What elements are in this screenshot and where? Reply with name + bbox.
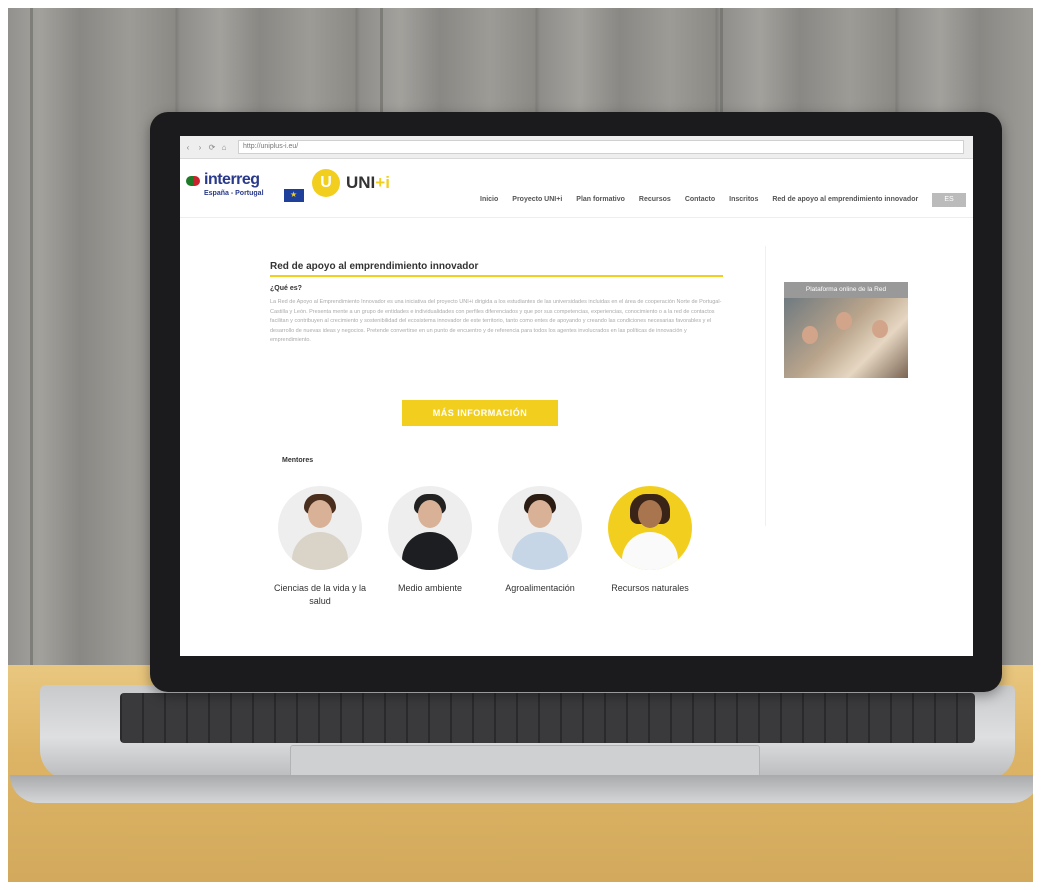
uni-logo-text: UNI <box>346 173 376 192</box>
mentor-card[interactable]: Recursos naturales <box>600 486 700 608</box>
avatar-body <box>512 532 568 570</box>
interreg-subtitle: España - Portugal <box>204 190 264 197</box>
avatar-head <box>528 500 552 528</box>
forward-icon[interactable]: › <box>196 143 204 152</box>
reload-icon[interactable]: ⟳ <box>208 143 216 152</box>
mentors-heading: Mentores <box>282 457 314 464</box>
mentor-avatar <box>278 486 362 570</box>
wall-plank-line <box>30 0 33 690</box>
photo-person <box>802 326 818 344</box>
browser-toolbar: ‹ › ⟳ ⌂ http://uniplus-i.eu/ <box>180 136 973 159</box>
sidebar-widget[interactable]: Plataforma online de la Red <box>784 282 908 378</box>
page-title: Red de apoyo al emprendimiento innovador <box>270 261 479 272</box>
eu-flag-icon <box>284 189 304 202</box>
photo-person <box>872 320 888 338</box>
laptop-keyboard <box>120 693 975 743</box>
home-icon[interactable]: ⌂ <box>220 143 228 152</box>
avatar-head <box>308 500 332 528</box>
mentor-avatar <box>608 486 692 570</box>
mentor-card[interactable]: Ciencias de la vida y la salud <box>270 486 370 608</box>
nav-link-inscritos[interactable]: Inscritos <box>729 196 758 203</box>
mentor-label: Agroalimentación <box>505 583 575 593</box>
portugal-flag-icon <box>186 176 200 186</box>
uni-logo-circle: U <box>312 169 340 197</box>
nav-link-plan-formativo[interactable]: Plan formativo <box>576 196 625 203</box>
site-header: interreg España - Portugal U UNI +i Inic… <box>180 159 973 218</box>
nav-link-proyecto[interactable]: Proyecto UNI+i <box>512 196 562 203</box>
main-content: Red de apoyo al emprendimiento innovador… <box>270 261 723 346</box>
avatar-head <box>638 500 662 528</box>
photo-person <box>836 312 852 330</box>
mentor-label: Ciencias de la vida y la salud <box>273 583 367 606</box>
language-selector[interactable]: ES <box>932 193 966 207</box>
laptop-front-edge <box>10 775 1040 803</box>
team-photo <box>784 298 908 378</box>
avatar-body <box>622 532 678 570</box>
column-divider <box>765 246 766 526</box>
main-navigation: Inicio Proyecto UNI+i Plan formativo Rec… <box>480 196 932 203</box>
uni-logo-plus: +i <box>375 173 390 192</box>
photo-scene: ‹ › ⟳ ⌂ http://uniplus-i.eu/ interreg Es… <box>0 0 1041 890</box>
interreg-title: interreg <box>204 171 260 188</box>
nav-link-red-de-apoyo[interactable]: Red de apoyo al emprendimiento innovador <box>772 196 918 203</box>
sidebar-title: Plataforma online de la Red <box>784 282 908 298</box>
avatar-body <box>402 532 458 570</box>
mentor-label: Medio ambiente <box>397 583 463 593</box>
mentor-avatar <box>498 486 582 570</box>
intro-paragraph: La Red de Apoyo al Emprendimiento Innova… <box>270 299 722 343</box>
more-info-button[interactable]: MÁS INFORMACIÓN <box>402 400 558 426</box>
nav-link-inicio[interactable]: Inicio <box>480 196 498 203</box>
laptop-screen: ‹ › ⟳ ⌂ http://uniplus-i.eu/ interreg Es… <box>180 136 973 656</box>
avatar-head <box>418 500 442 528</box>
uni-plus-i-logo[interactable]: U UNI +i <box>312 169 390 197</box>
mentor-label: Recursos naturales <box>611 583 689 593</box>
nav-link-contacto[interactable]: Contacto <box>685 196 715 203</box>
mentors-list: Ciencias de la vida y la salud Medio amb… <box>270 486 700 608</box>
section-subtitle: ¿Qué es? <box>270 285 302 292</box>
nav-link-recursos[interactable]: Recursos <box>639 196 671 203</box>
mentor-card[interactable]: Medio ambiente <box>380 486 480 608</box>
title-underline <box>270 275 723 277</box>
avatar-body <box>292 532 348 570</box>
back-icon[interactable]: ‹ <box>184 143 192 152</box>
mentor-card[interactable]: Agroalimentación <box>490 486 590 608</box>
address-bar[interactable]: http://uniplus-i.eu/ <box>238 140 964 154</box>
mentor-avatar <box>388 486 472 570</box>
